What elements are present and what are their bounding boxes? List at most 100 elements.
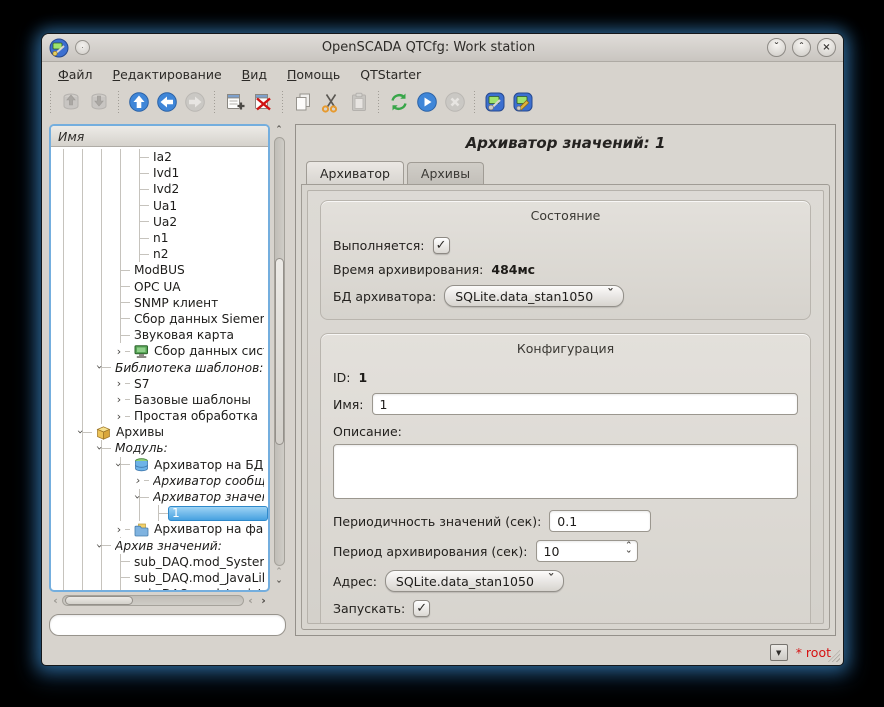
- archiving-period-spinbox[interactable]: 10 ˆˇ: [536, 540, 638, 562]
- refresh-button[interactable]: [386, 90, 411, 115]
- cut-button[interactable]: [318, 90, 343, 115]
- tab-archives[interactable]: Архивы: [407, 162, 484, 184]
- menu-item-view[interactable]: Вид: [234, 65, 275, 84]
- tree-item-ivd2[interactable]: Ivd2: [51, 181, 268, 197]
- tree-item-body[interactable]: sub_DAQ.mod_JavaLike: [130, 570, 268, 585]
- tree-item-sub-daq-mod-logiclev[interactable]: sub_DAQ.mod_LogicLev: [51, 586, 268, 590]
- horizontal-scroll-track[interactable]: [62, 595, 244, 606]
- tree-expander[interactable]: ›: [111, 408, 130, 424]
- tree-item-body[interactable]: Ivd1: [149, 166, 268, 181]
- tree-item-body[interactable]: Архиватор сообще: [149, 473, 268, 488]
- tree-expander[interactable]: ›: [73, 424, 92, 440]
- tree-item-базовые-шаблоны[interactable]: ›Базовые шаблоны: [51, 392, 268, 408]
- tree-item-n2[interactable]: n2: [51, 246, 268, 262]
- tree-item-body[interactable]: ModBUS: [130, 263, 268, 278]
- tree-item-sub-daq-mod-system-c[interactable]: sub_DAQ.mod_System.c: [51, 554, 268, 570]
- tree-item-n1[interactable]: n1: [51, 230, 268, 246]
- tree-item-архиватор-на-файл[interactable]: ›Архиватор на файл: [51, 521, 268, 537]
- menu-item-qtstarter[interactable]: QTStarter: [352, 65, 429, 84]
- tree-item-body[interactable]: SNMP клиент: [130, 295, 268, 310]
- tree-item-s7[interactable]: ›S7: [51, 376, 268, 392]
- tree-item-body[interactable]: Архиватор на БД: [130, 457, 268, 472]
- tree-expander[interactable]: ›: [111, 376, 130, 392]
- tree-expander[interactable]: ›: [111, 457, 130, 473]
- tree-item-body[interactable]: Архивы: [92, 425, 268, 440]
- address-select[interactable]: SQLite.data_stan1050 ˇ: [385, 570, 565, 592]
- tree-item-архиватор-на-бд[interactable]: ›Архиватор на БД: [51, 457, 268, 473]
- vertical-scroll-track[interactable]: [274, 137, 285, 566]
- scroll-up-icon[interactable]: ˆ: [273, 124, 286, 137]
- chevron-collapsed-icon[interactable]: ›: [132, 473, 144, 489]
- tree-item-1[interactable]: 1: [51, 505, 268, 521]
- tree-expander[interactable]: ›: [92, 359, 111, 375]
- tree-horizontal-scrollbar[interactable]: ‹ ‹ ›: [49, 594, 270, 606]
- delete-item-button[interactable]: [250, 90, 275, 115]
- scroll-left-icon[interactable]: ‹: [49, 594, 62, 607]
- tree-item-ivd1[interactable]: Ivd1: [51, 165, 268, 181]
- menu-item-help[interactable]: Помощь: [279, 65, 348, 84]
- tree-expander[interactable]: ›: [111, 521, 130, 537]
- archiver-db-select[interactable]: SQLite.data_stan1050 ˇ: [444, 285, 624, 307]
- up-button[interactable]: [126, 90, 151, 115]
- tree-item-body[interactable]: Сбор данных систе: [130, 344, 268, 359]
- vertical-scroll-thumb[interactable]: [275, 258, 284, 446]
- tree-item-звуковая-карта[interactable]: Звуковая карта: [51, 327, 268, 343]
- close-button[interactable]: ×: [817, 38, 836, 57]
- tree-item-сбор-данных-систе[interactable]: › Сбор данных систе: [51, 343, 268, 359]
- tree-item-архивы[interactable]: ›Архивы: [51, 424, 268, 440]
- tree-vertical-scrollbar[interactable]: ˆ ˆ ˇ: [272, 124, 286, 592]
- scroll-right-icon[interactable]: ›: [257, 594, 270, 607]
- tree-expander[interactable]: ›: [130, 489, 149, 505]
- qtstarter-vision-button[interactable]: [510, 90, 535, 115]
- minimize-button[interactable]: ˇ: [767, 38, 786, 57]
- running-checkbox[interactable]: ✓: [433, 237, 450, 254]
- tree-item-body[interactable]: n2: [149, 247, 268, 262]
- tree-item-opc-ua[interactable]: OPC UA: [51, 279, 268, 295]
- tree-item-body[interactable]: n1: [149, 231, 268, 246]
- copy-button[interactable]: [290, 90, 315, 115]
- tree-item-snmp-клиент[interactable]: SNMP клиент: [51, 295, 268, 311]
- tree-column-header[interactable]: Имя: [51, 126, 268, 147]
- add-item-button[interactable]: [222, 90, 247, 115]
- tree-item-body[interactable]: Звуковая карта: [130, 328, 268, 343]
- qtstarter-config-button[interactable]: [482, 90, 507, 115]
- tree-expander[interactable]: ›: [92, 538, 111, 554]
- tree-item-body[interactable]: Архив значений:: [111, 538, 268, 553]
- chevron-expanded-icon[interactable]: ›: [92, 442, 108, 454]
- menu-item-file[interactable]: Файл: [50, 65, 101, 84]
- tree-expander[interactable]: ›: [111, 392, 130, 408]
- tree-filter-input[interactable]: [49, 614, 286, 636]
- title-bar[interactable]: · OpenSCADA QTCfg: Work station ˇ ˆ ×: [42, 34, 843, 62]
- tree-item-body[interactable]: Сбор данных Siemens: [130, 311, 268, 326]
- tree-item-body[interactable]: Архиватор значени: [149, 490, 268, 505]
- tree-item-ia2[interactable]: Ia2: [51, 149, 268, 165]
- chevron-expanded-icon[interactable]: ›: [130, 491, 146, 503]
- start-checkbox[interactable]: ✓: [413, 600, 430, 617]
- chevron-expanded-icon[interactable]: ›: [111, 459, 127, 471]
- back-button[interactable]: [154, 90, 179, 115]
- tree-item-body[interactable]: Библиотека шаблонов:: [111, 360, 268, 375]
- tree-item-body[interactable]: Ua1: [149, 198, 268, 213]
- tree-item-ua2[interactable]: Ua2: [51, 214, 268, 230]
- tree-item-body[interactable]: 1: [168, 506, 268, 521]
- values-period-input[interactable]: 0.1: [549, 510, 651, 532]
- tree-item-библиотека-шаблонов-[interactable]: ›Библиотека шаблонов:: [51, 359, 268, 375]
- tree-item-modbus[interactable]: ModBUS: [51, 262, 268, 278]
- chevron-collapsed-icon[interactable]: ›: [113, 376, 125, 392]
- tree-item-архиватор-сообще[interactable]: › Архиватор сообще: [51, 473, 268, 489]
- tree-item-sub-daq-mod-javalike[interactable]: sub_DAQ.mod_JavaLike: [51, 570, 268, 586]
- chevron-expanded-icon[interactable]: ›: [92, 361, 108, 373]
- name-input[interactable]: 1: [372, 393, 798, 415]
- menu-item-edit[interactable]: Редактирование: [105, 65, 230, 84]
- tree-item-body[interactable]: Ivd2: [149, 182, 268, 197]
- tree-item-body[interactable]: OPC UA: [130, 279, 268, 294]
- tree-item-модуль-[interactable]: ›Модуль:: [51, 440, 268, 456]
- tree-item-body[interactable]: Ia2: [149, 150, 268, 165]
- description-textarea[interactable]: [333, 444, 798, 499]
- horizontal-scroll-thumb[interactable]: [65, 596, 133, 605]
- chevron-expanded-icon[interactable]: ›: [73, 426, 89, 438]
- chevron-collapsed-icon[interactable]: ›: [113, 343, 125, 359]
- tree-item-body[interactable]: Базовые шаблоны: [130, 392, 268, 407]
- chevron-collapsed-icon[interactable]: ›: [113, 521, 125, 537]
- scroll-up2-icon[interactable]: ˆ: [273, 566, 286, 579]
